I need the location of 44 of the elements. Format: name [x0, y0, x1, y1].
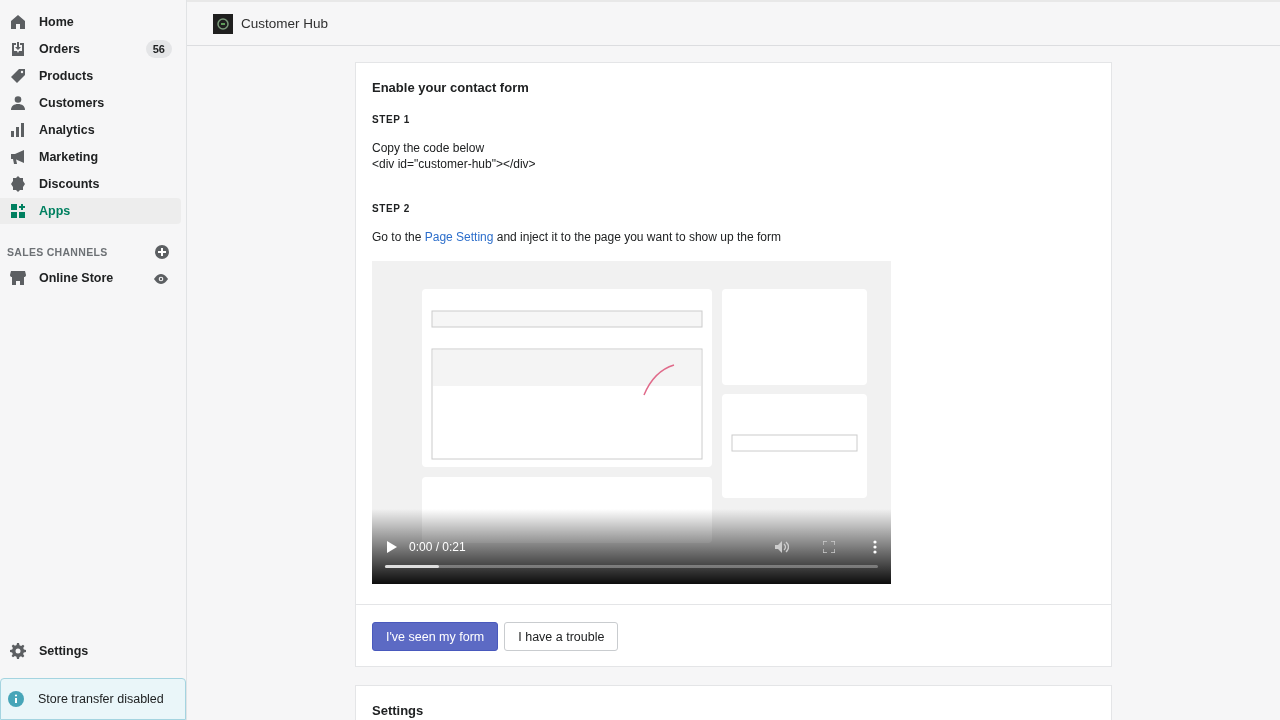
section-heading: SALES CHANNELS — [7, 246, 108, 258]
instruction-text: <div id="customer-hub"></div> — [372, 156, 537, 172]
tag-icon — [10, 68, 26, 84]
nav-item[interactable]: Analytics — [0, 117, 181, 143]
video-progress-bar[interactable] — [385, 565, 878, 568]
add-icon[interactable] — [155, 245, 169, 259]
confirm-button[interactable]: I've seen my form — [372, 622, 499, 651]
instruction-text: Copy the code below — [372, 140, 486, 156]
nav-item[interactable]: Marketing — [0, 144, 181, 170]
volume-icon[interactable] — [775, 541, 789, 553]
notice-text: Store transfer disabled — [38, 692, 164, 706]
more-icon[interactable] — [873, 540, 877, 554]
nav-item[interactable]: Orders 56 — [0, 36, 181, 62]
nav-item[interactable]: Settings — [0, 638, 181, 664]
fullscreen-icon[interactable] — [823, 541, 835, 553]
step-heading: STEP 1 — [372, 114, 411, 125]
count-badge: 56 — [145, 40, 172, 58]
nav-item[interactable]: Online Store — [0, 265, 154, 291]
inbox-icon — [10, 41, 26, 57]
megaphone-icon — [10, 149, 26, 165]
badge-icon — [10, 176, 26, 192]
eye-icon[interactable] — [154, 273, 168, 284]
info-icon — [8, 691, 24, 707]
app-logo-icon — [213, 13, 233, 34]
page-link[interactable]: Page Setting — [424, 230, 494, 244]
bar-chart-icon — [10, 122, 26, 138]
home-icon — [10, 14, 26, 30]
instruction-text: Go to the Page Setting and inject it to the page you want to show up the form — [372, 229, 782, 245]
card-title: Enable your contact form — [372, 80, 530, 95]
settings-icon — [10, 643, 26, 659]
video-time: 0:00 / 0:21 — [409, 540, 467, 554]
trouble-button[interactable]: I have a trouble — [504, 622, 619, 651]
step-heading: STEP 2 — [372, 203, 411, 214]
card-title: Settings — [372, 703, 425, 718]
nav-item[interactable]: Apps — [0, 198, 181, 224]
nav-item[interactable]: Home — [0, 9, 181, 35]
app-title: Customer Hub — [241, 16, 329, 31]
play-icon[interactable] — [387, 541, 397, 553]
store-icon — [10, 270, 26, 286]
nav-item[interactable]: Customers — [0, 90, 181, 116]
nav-item[interactable]: Discounts — [0, 171, 181, 197]
nav-item[interactable]: Products — [0, 63, 181, 89]
apps-icon — [10, 203, 26, 219]
person-icon — [10, 95, 26, 111]
